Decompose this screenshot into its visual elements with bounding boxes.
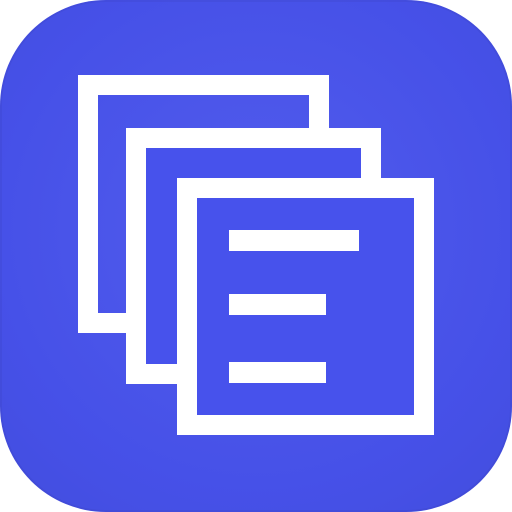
text-line-1 (229, 230, 359, 251)
text-line-2 (229, 294, 326, 315)
text-line-3 (229, 362, 326, 383)
app-icon[interactable] (0, 0, 512, 512)
documents-stack-icon (78, 75, 434, 435)
icon-canvas (0, 0, 512, 512)
